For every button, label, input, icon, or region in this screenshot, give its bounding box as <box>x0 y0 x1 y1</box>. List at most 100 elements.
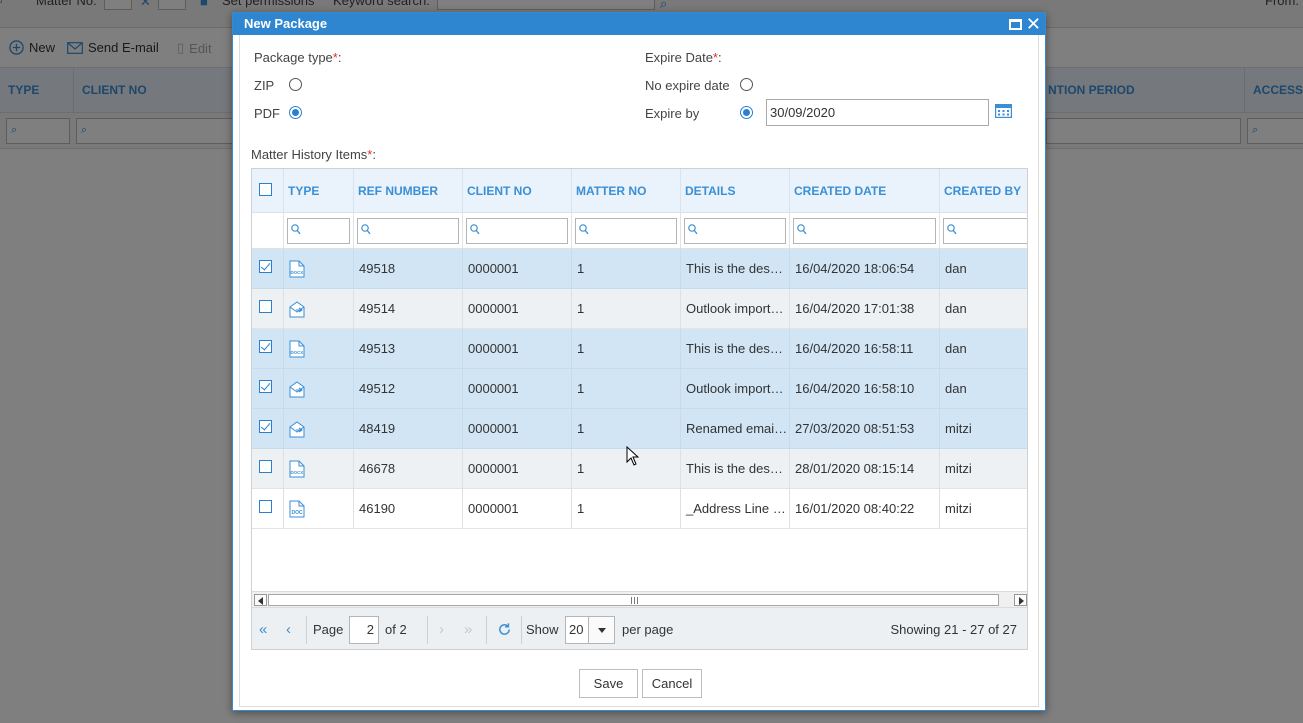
maximize-icon[interactable] <box>1008 18 1022 30</box>
header-created-date[interactable]: CREATED DATE <box>790 169 940 213</box>
doc-file-icon: DOC <box>289 500 305 518</box>
refresh-icon[interactable] <box>497 622 512 637</box>
email-file-icon <box>289 421 305 438</box>
header-client-no[interactable]: CLIENT NO <box>463 169 572 213</box>
ref-number-cell: 46678 <box>354 449 463 489</box>
docx-file-icon: DOCX <box>289 260 305 278</box>
calendar-icon[interactable] <box>995 103 1012 118</box>
show-label: Show <box>526 622 559 637</box>
table-row[interactable]: 49512 0000001 1 Outlook imported email 1… <box>252 369 1027 409</box>
header-details[interactable]: DETAILS <box>681 169 790 213</box>
email-file-icon <box>289 301 305 318</box>
client-no-cell: 0000001 <box>463 449 572 489</box>
ref-number-cell: 49512 <box>354 369 463 409</box>
row-checkbox[interactable] <box>259 460 272 473</box>
page-number-input[interactable]: 2 <box>349 616 379 644</box>
row-checkbox[interactable] <box>259 260 272 273</box>
expire-date-label: Expire Date*: <box>645 50 722 65</box>
save-button[interactable]: Save <box>579 669 638 698</box>
row-checkbox[interactable] <box>259 300 272 313</box>
created-by-cell: mitzi <box>945 461 972 476</box>
matter-no-cell: 1 <box>572 369 681 409</box>
table-row[interactable]: DOCX 46678 0000001 1 This is the descrip… <box>252 449 1027 489</box>
cancel-button[interactable]: Cancel <box>642 669 702 698</box>
new-package-dialog: New Package ✕ Package type*: ZIP PDF Exp… <box>232 12 1046 711</box>
created-by-cell: dan <box>945 381 967 396</box>
search-icon <box>579 224 589 235</box>
scroll-left-icon[interactable] <box>254 594 267 606</box>
page-count-label: of 2 <box>385 622 407 637</box>
page-size-value: 20 <box>569 622 584 637</box>
created-by-cell: dan <box>945 261 967 276</box>
header-type[interactable]: TYPE <box>284 169 354 213</box>
chevron-down-icon[interactable] <box>588 617 614 643</box>
pager: « ‹ Page 2 of 2 › » Show 20 per page Sho… <box>252 607 1027 649</box>
pdf-label: PDF <box>254 106 280 121</box>
docx-file-icon: DOCX <box>289 460 305 478</box>
header-created-by[interactable]: CREATED BY <box>940 169 1027 213</box>
no-expire-label: No expire date <box>645 78 730 93</box>
scroll-thumb[interactable] <box>268 594 999 606</box>
created-by-cell: dan <box>945 341 967 356</box>
zip-radio[interactable] <box>289 78 302 91</box>
table-row[interactable]: DOCX 49518 0000001 1 This is the descrip… <box>252 249 1027 289</box>
ref-number-cell: 49514 <box>354 289 463 329</box>
expire-date-input[interactable]: 30/09/2020 <box>766 99 989 126</box>
row-checkbox[interactable] <box>259 500 272 513</box>
filter-created-by-input[interactable] <box>943 218 1027 244</box>
filter-details-input[interactable] <box>684 218 786 244</box>
details-cell: Renamed email subject <box>681 409 790 449</box>
row-checkbox[interactable] <box>259 380 272 393</box>
zip-label: ZIP <box>254 78 275 93</box>
svg-text:DOCX: DOCX <box>291 350 304 355</box>
details-cell: This is the description <box>681 449 790 489</box>
row-checkbox[interactable] <box>259 340 272 353</box>
table-row[interactable]: 48419 0000001 1 Renamed email subject 27… <box>252 409 1027 449</box>
next-page-icon[interactable]: › <box>439 608 444 649</box>
details-cell: Outlook imported email <box>681 369 790 409</box>
created-date-cell: 16/01/2020 08:40:22 <box>790 489 940 529</box>
search-icon <box>470 224 480 235</box>
page-size-select[interactable]: 20 <box>565 616 615 644</box>
header-matter-no[interactable]: MATTER NO <box>572 169 681 213</box>
search-icon <box>688 224 698 235</box>
matter-no-cell: 1 <box>572 329 681 369</box>
matter-no-cell: 1 <box>572 289 681 329</box>
filter-matter-input[interactable] <box>575 218 677 244</box>
first-page-icon[interactable]: « <box>259 608 267 649</box>
filter-client-input[interactable] <box>466 218 568 244</box>
table-row[interactable]: DOC 46190 0000001 1 _Address Line detail… <box>252 489 1027 529</box>
filter-type-input[interactable] <box>287 218 350 244</box>
email-file-icon <box>289 381 305 398</box>
prev-page-icon[interactable]: ‹ <box>286 608 291 649</box>
table-row[interactable]: DOCX 49513 0000001 1 This is the descrip… <box>252 329 1027 369</box>
expire-by-radio[interactable] <box>740 106 753 119</box>
row-checkbox[interactable] <box>259 420 272 433</box>
select-all-checkbox[interactable] <box>259 183 272 196</box>
ref-number-cell: 49518 <box>354 249 463 289</box>
client-no-cell: 0000001 <box>463 289 572 329</box>
no-expire-radio[interactable] <box>740 78 753 91</box>
scroll-right-icon[interactable] <box>1014 594 1027 606</box>
dialog-titlebar[interactable]: New Package ✕ <box>233 13 1045 35</box>
matter-no-cell: 1 <box>572 409 681 449</box>
close-icon[interactable]: ✕ <box>1026 15 1041 33</box>
filter-created-date-input[interactable] <box>793 218 936 244</box>
filter-ref-input[interactable] <box>357 218 459 244</box>
created-by-cell: dan <box>945 301 967 316</box>
last-page-icon[interactable]: » <box>464 608 472 649</box>
pdf-radio[interactable] <box>289 106 302 119</box>
created-date-cell: 16/04/2020 16:58:11 <box>790 329 940 369</box>
client-no-cell: 0000001 <box>463 409 572 449</box>
horizontal-scrollbar[interactable] <box>252 591 1027 607</box>
svg-text:DOCX: DOCX <box>291 470 304 475</box>
search-icon <box>291 224 301 235</box>
header-ref-number[interactable]: REF NUMBER <box>354 169 463 213</box>
client-no-cell: 0000001 <box>463 369 572 409</box>
details-cell: This is the description <box>681 249 790 289</box>
table-row[interactable]: 49514 0000001 1 Outlook imported email 1… <box>252 289 1027 329</box>
matter-history-grid: TYPE REF NUMBER CLIENT NO MATTER NO DETA… <box>251 168 1028 650</box>
matter-no-cell: 1 <box>572 489 681 529</box>
details-cell: _Address Line details <box>681 489 790 529</box>
matter-history-items-label: Matter History Items*: <box>251 147 376 162</box>
